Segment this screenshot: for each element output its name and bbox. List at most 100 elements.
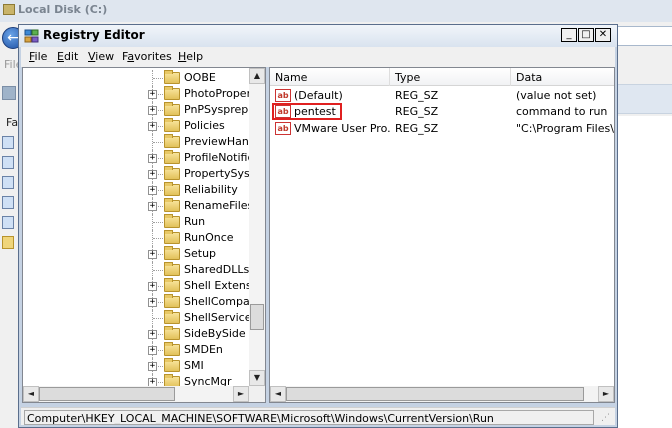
tree-item[interactable]: OOBE <box>23 70 249 86</box>
tree-item-label: Shell Extensio <box>184 279 249 292</box>
column-header-data[interactable]: Data <box>511 68 614 86</box>
list-item[interactable]: ab VMware User Pro... REG_SZ "C:\Program… <box>270 120 614 137</box>
expand-icon[interactable]: + <box>148 122 157 131</box>
expand-icon[interactable]: + <box>148 170 157 179</box>
expand-icon[interactable]: + <box>148 250 157 259</box>
menu-help[interactable]: Help <box>178 50 203 63</box>
expand-icon[interactable]: + <box>148 202 157 211</box>
downloads-icon[interactable] <box>2 176 14 189</box>
folder-icon[interactable] <box>2 236 14 249</box>
folder-icon <box>164 86 180 100</box>
expand-icon[interactable]: + <box>148 282 157 291</box>
tree-item[interactable]: + RenameFiles <box>23 198 249 214</box>
list-horizontal-scrollbar[interactable]: ◄ ► <box>270 386 614 402</box>
tree-item-label: RunOnce <box>184 231 234 244</box>
expand-icon[interactable]: + <box>148 186 157 195</box>
tree-item[interactable]: + SMDEn <box>23 342 249 358</box>
tree-item[interactable]: + SMI <box>23 358 249 374</box>
desktop-icon[interactable] <box>2 136 14 149</box>
favorites-label[interactable]: Fa <box>6 116 18 129</box>
background-address-bar[interactable] <box>612 26 672 46</box>
tree-item[interactable]: + Shell Extensio <box>23 278 249 294</box>
tree-item[interactable]: + PhotoPropert <box>23 86 249 102</box>
tree-item[interactable]: + SyncMgr <box>23 374 249 386</box>
tree-item[interactable]: + PropertySyste <box>23 166 249 182</box>
registry-path: Computer\HKEY_LOCAL_MACHINE\SOFTWARE\Mic… <box>24 410 594 425</box>
documents-icon[interactable] <box>2 156 14 169</box>
folder-icon <box>164 358 180 372</box>
regedit-titlebar[interactable]: Registry Editor _ □ ✕ <box>19 25 617 47</box>
tree-vertical-scrollbar[interactable]: ▲ ▼ <box>249 68 265 386</box>
expand-icon[interactable]: + <box>148 330 157 339</box>
folder-icon <box>164 102 180 116</box>
tree-item-label: ProfileNotifica <box>184 151 249 164</box>
column-header-type[interactable]: Type <box>390 68 511 86</box>
close-button[interactable]: ✕ <box>595 28 611 42</box>
scroll-thumb[interactable] <box>39 387 175 401</box>
scroll-right-button[interactable]: ► <box>233 386 249 402</box>
expand-icon[interactable]: + <box>148 154 157 163</box>
tree-item[interactable]: + Policies <box>23 118 249 134</box>
tree-item-label: PropertySyste <box>184 167 249 180</box>
recent-places-icon[interactable] <box>2 216 14 229</box>
tree-item-label: SyncMgr <box>184 375 232 386</box>
folder-icon <box>164 326 180 340</box>
scroll-thumb[interactable] <box>250 304 264 330</box>
expand-icon[interactable]: + <box>148 378 157 386</box>
value-type: REG_SZ <box>395 122 439 135</box>
tree-item-label: Reliability <box>184 183 238 196</box>
value-name: VMware User Pro... <box>294 122 390 135</box>
scroll-thumb[interactable] <box>286 387 584 401</box>
scroll-down-button[interactable]: ▼ <box>249 370 265 386</box>
tree-item[interactable]: + ShellCompatib <box>23 294 249 310</box>
tree-item[interactable]: PreviewHandl <box>23 134 249 150</box>
resize-grip-icon[interactable]: ⋰ <box>601 412 613 424</box>
tree-item[interactable]: RunOnce <box>23 230 249 246</box>
menu-favorites[interactable]: Favorites <box>122 50 172 63</box>
scroll-left-button[interactable]: ◄ <box>23 386 39 402</box>
tree-item-label: Run <box>184 215 206 228</box>
registry-values-list[interactable]: Name Type Data ab (Default) REG_SZ (valu… <box>269 67 615 403</box>
expand-icon[interactable]: + <box>148 362 157 371</box>
minimize-button[interactable]: _ <box>561 28 577 42</box>
tree-item-label: SMI <box>184 359 204 372</box>
tree-horizontal-scrollbar[interactable]: ◄ ► <box>23 386 249 402</box>
column-header-name[interactable]: Name <box>270 68 390 86</box>
menu-edit[interactable]: Edit <box>57 50 78 63</box>
tree-item[interactable]: + ProfileNotifica <box>23 150 249 166</box>
value-data: command to run <box>516 105 608 118</box>
menu-file[interactable]: File <box>29 50 47 63</box>
scroll-right-button[interactable]: ► <box>598 386 614 402</box>
value-data: (value not set) <box>516 89 597 102</box>
folder-icon <box>164 134 180 148</box>
organize-icon[interactable] <box>2 86 16 100</box>
tree-item[interactable]: ShellServiceO <box>23 310 249 326</box>
scrollbar-corner <box>249 386 265 402</box>
expand-icon[interactable]: + <box>148 346 157 355</box>
tree-item[interactable]: SharedDLLs <box>23 262 249 278</box>
tree-item-label: PhotoPropert <box>184 87 249 100</box>
tree-item-label: SharedDLLs <box>184 263 249 276</box>
tree-item[interactable]: Run <box>23 214 249 230</box>
network-icon[interactable] <box>2 196 14 209</box>
expand-icon[interactable]: + <box>148 90 157 99</box>
list-item[interactable]: ab pentest REG_SZ command to run <box>270 103 614 120</box>
tree-item-label: ShellCompatib <box>184 295 249 308</box>
scroll-up-button[interactable]: ▲ <box>249 68 265 84</box>
list-item[interactable]: ab (Default) REG_SZ (value not set) <box>270 87 614 104</box>
tree-item-label: Setup <box>184 247 217 260</box>
scroll-left-button[interactable]: ◄ <box>270 386 286 402</box>
folder-icon <box>164 182 180 196</box>
tree-item[interactable]: + Reliability <box>23 182 249 198</box>
menu-view[interactable]: View <box>88 50 114 63</box>
registry-key-tree[interactable]: OOBE + PhotoPropert + PnPSysprep + Policies Pre… <box>22 67 266 403</box>
tree-item[interactable]: + PnPSysprep <box>23 102 249 118</box>
folder-icon <box>164 262 180 276</box>
tree-item[interactable]: + SideBySide <box>23 326 249 342</box>
expand-icon[interactable]: + <box>148 298 157 307</box>
maximize-button[interactable]: □ <box>578 28 594 42</box>
tree-item[interactable]: + Setup <box>23 246 249 262</box>
folder-icon <box>164 166 180 180</box>
value-name: (Default) <box>294 89 343 102</box>
expand-icon[interactable]: + <box>148 106 157 115</box>
